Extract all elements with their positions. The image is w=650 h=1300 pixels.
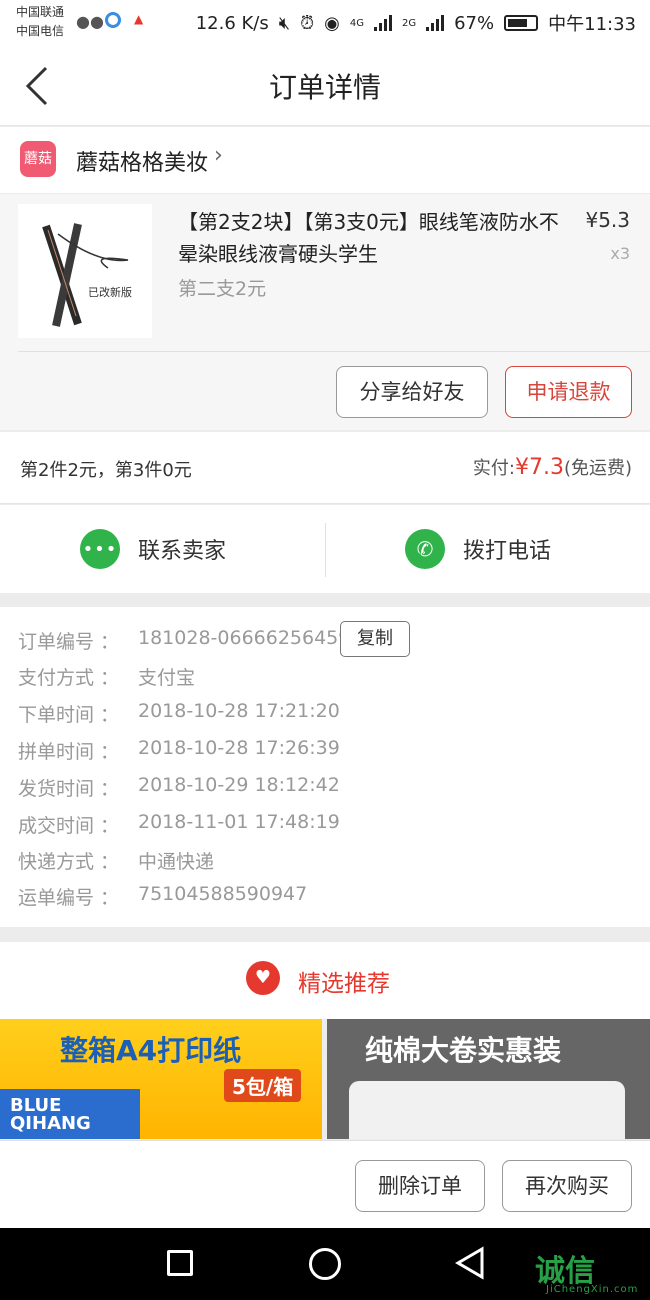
wechat-icon: ●●	[76, 12, 104, 31]
banner-subtitle: 5包/箱	[224, 1069, 302, 1102]
promo-text: 第2件2元，第3件0元	[20, 460, 192, 481]
home-icon[interactable]	[309, 1248, 341, 1280]
recommend-header: ♥ 精选推荐	[0, 942, 650, 1019]
recents-icon[interactable]	[167, 1250, 193, 1276]
detail-value: 2018-10-28 17:26:39	[138, 737, 340, 759]
detail-value: 75104588590947	[138, 883, 308, 905]
battery-icon	[504, 15, 539, 31]
net-type-2: 2G	[401, 17, 417, 29]
page-title: 订单详情	[268, 71, 381, 104]
status-bar: 中国联通 中国电信 ●● ▲ 12.6 K/s 🔇︎ ⏰︎ ◉ 4G 2G 67…	[0, 0, 650, 44]
detail-row: 发货时间 ： 2018-10-29 18:12:42	[18, 774, 340, 801]
paid-label: 实付:	[472, 458, 515, 479]
detail-label: 订单编号 ：	[18, 631, 120, 653]
detail-value: 中通快递	[138, 851, 215, 873]
battery-percent: 67%	[454, 12, 495, 34]
cotton-roll-image	[349, 1081, 625, 1139]
detail-row: 拼单时间 ： 2018-10-28 17:26:39	[18, 737, 340, 764]
clock: 中午11:33	[548, 14, 636, 35]
status-right: 12.6 K/s 🔇︎ ⏰︎ ◉ 4G 2G 67% 中午11:33	[196, 10, 636, 36]
thumb-badge: 已改新版	[88, 286, 132, 299]
detail-label: 拼单时间 ：	[18, 741, 120, 763]
paid-total: 实付:¥7.3(免运费)	[473, 454, 632, 480]
product-quantity: x3	[610, 244, 630, 263]
recommend-banner-paper[interactable]: 整箱A4打印纸 5包/箱 BLUE QIHANG	[0, 1019, 322, 1139]
eye-icon: ◉	[324, 12, 340, 34]
app-icon	[105, 12, 121, 28]
detail-value: 支付宝	[138, 667, 196, 689]
shipping-note: (免运费)	[563, 458, 632, 479]
detail-label: 支付方式 ：	[18, 667, 120, 689]
delete-order-button[interactable]: 删除订单	[355, 1160, 485, 1212]
store-name: 蘑菇格格美妆	[76, 151, 209, 176]
copy-button[interactable]: 复制	[340, 621, 410, 657]
paid-amount: ¥7.3	[514, 455, 564, 480]
carrier-2: 中国电信	[16, 24, 65, 38]
detail-label: 下单时间 ：	[18, 704, 120, 726]
contact-seller-button[interactable]: ••• 联系卖家	[80, 529, 226, 569]
product-subtitle: 第二支2元	[178, 278, 267, 300]
header: 订单详情	[0, 44, 650, 126]
divider	[18, 351, 650, 352]
divider	[325, 523, 326, 577]
share-button[interactable]: 分享给好友	[336, 366, 488, 418]
net-type-1: 4G	[349, 17, 364, 29]
box-text: QIHANG	[10, 1113, 91, 1134]
contact-seller-label: 联系卖家	[138, 539, 227, 564]
store-logo: 蘑菇	[20, 141, 56, 177]
detail-row: 下单时间 ： 2018-10-28 17:21:20	[18, 700, 340, 727]
detail-value: 2018-11-01 17:48:19	[138, 811, 340, 833]
phone-icon: ✆	[405, 529, 445, 569]
order-details: 订单编号 ： 181028-066662564591204 复制 支付方式 ： …	[0, 607, 650, 927]
detail-row: 支付方式 ： 支付宝	[18, 663, 195, 690]
call-phone-button[interactable]: ✆ 拨打电话	[405, 529, 551, 569]
detail-row: 快递方式 ： 中通快递	[18, 847, 214, 874]
alarm-icon: ⏰︎	[300, 12, 315, 34]
signal-icon	[373, 15, 392, 31]
watermark-url: JiChengXin.com	[546, 1284, 639, 1295]
heart-icon: ♥	[246, 961, 280, 995]
detail-value: 2018-10-29 18:12:42	[138, 774, 340, 796]
system-nav-bar: 诚信 JiChengXin.com	[0, 1228, 650, 1300]
product-image: 已改新版	[18, 204, 152, 338]
contact-bar: ••• 联系卖家 ✆ 拨打电话	[0, 505, 650, 593]
action-bar: 删除订单 再次购买	[0, 1140, 650, 1228]
price-summary: 第2件2元，第3件0元 实付:¥7.3(免运费)	[0, 432, 650, 504]
chat-icon: •••	[80, 529, 120, 569]
product-title: 【第2支2块】【第3支0元】眼线笔液防水不晕染眼线液膏硬头学生	[178, 210, 559, 266]
store-row[interactable]: 蘑菇 蘑菇格格美妆 ›	[0, 127, 650, 193]
detail-label: 快递方式 ：	[18, 851, 120, 873]
buy-again-button[interactable]: 再次购买	[502, 1160, 632, 1212]
recommend-banner-cotton[interactable]: 纯棉大卷实惠装	[327, 1019, 650, 1139]
refund-button[interactable]: 申请退款	[505, 366, 632, 418]
detail-row: 运单编号 ： 75104588590947	[18, 883, 307, 910]
signal-icon-2	[426, 15, 445, 31]
detail-label: 发货时间 ：	[18, 778, 120, 800]
call-phone-label: 拨打电话	[463, 539, 552, 564]
mute-icon: 🔇︎	[278, 12, 291, 34]
chevron-right-icon: ›	[214, 143, 223, 168]
carrier-1: 中国联通	[16, 5, 65, 19]
net-speed: 12.6 K/s	[195, 12, 269, 34]
recommend-title: 精选推荐	[298, 971, 390, 997]
product-price: ¥5.3	[585, 208, 630, 232]
product-card[interactable]: 已改新版 【第2支2块】【第3支0元】眼线笔液防水不晕染眼线液膏硬头学生 第二支…	[0, 194, 650, 430]
paper-box-image: BLUE QIHANG	[0, 1089, 140, 1139]
detail-row: 成交时间 ： 2018-11-01 17:48:19	[18, 811, 340, 838]
banner-title: 纯棉大卷实惠装	[365, 1034, 562, 1067]
notification-icon: ▲	[134, 12, 144, 26]
back-triangle-icon[interactable]	[455, 1246, 485, 1284]
banner-title: 整箱A4打印纸	[60, 1034, 242, 1067]
detail-label: 成交时间 ：	[18, 815, 120, 837]
detail-label: 运单编号 ：	[18, 887, 120, 909]
detail-value: 2018-10-28 17:21:20	[138, 700, 340, 722]
